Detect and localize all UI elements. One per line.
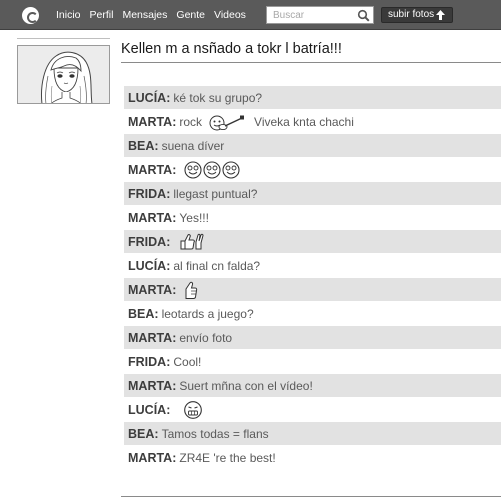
chat-row: MARTA: ZR4E 're the best! [124,446,501,469]
chat-speaker: MARTA: [128,378,177,393]
chat-message: envío foto [179,330,233,345]
chat-row: MARTA: Yes!!! [124,206,501,229]
nav-inicio[interactable]: Inicio [56,9,81,21]
search-icon[interactable] [357,9,370,22]
chat-speaker: MARTA: [128,282,177,297]
upload-photos-label: subir fotos [388,9,435,20]
sidebar-divider [17,38,110,39]
chat-message: rock [179,114,203,129]
chat-row: MARTA: envío foto [124,326,501,349]
search-box [266,6,374,24]
chat-row: LUCÍA: [124,398,501,421]
chat-message-continued: Viveka knta chachi [254,114,354,129]
chat-row: BEA: Tamos todas = flans [124,422,501,445]
chat-row: LUCÍA: al final cn falda? [124,254,501,277]
bottom-divider [121,496,501,497]
chat-row: MARTA: rock Viveka knta chachi [124,110,501,133]
chat-speaker: MARTA: [128,162,177,177]
chat-row: LUCÍA: ké tok su grupo? [124,86,501,109]
top-bar: Inicio Perfil Mensajes Gente Videos subi… [0,0,501,30]
chat-row: BEA: leotards a juego? [124,302,501,325]
chat-message: Cool! [173,354,202,369]
upload-photos-button[interactable]: subir fotos [381,7,453,23]
chat-speaker: FRIDA: [128,354,171,369]
thumbs-up-peace-icon [180,233,204,249]
nav-videos[interactable]: Videos [214,9,246,21]
logo-icon[interactable] [22,7,39,24]
chat-speaker: LUCÍA: [128,402,171,417]
chat-speaker: MARTA: [128,114,177,129]
chat-speaker: LUCÍA: [128,258,171,273]
three-smileys-icon [184,160,240,179]
chat-message: Tamos todas = flans [161,426,269,441]
search-input[interactable] [267,7,355,23]
chat-message: Suert mñna con el vídeo! [179,378,313,393]
chat-speaker: MARTA: [128,450,177,465]
chat-message: leotards a juego? [161,306,254,321]
guitar-icon [209,115,245,130]
chat-speaker: BEA: [128,426,159,441]
chat-message: suena díver [161,138,225,153]
nav-mensajes[interactable]: Mensajes [122,9,167,21]
chat-message: al final cn falda? [173,258,261,273]
arrow-up-icon [436,10,445,20]
chat-row: FRIDA: Cool! [124,350,501,373]
chat-row: FRIDA: llegast puntual? [124,182,501,205]
nav-perfil[interactable]: Perfil [90,9,114,21]
main-nav: Inicio Perfil Mensajes Gente Videos [56,9,255,21]
chat-message: ké tok su grupo? [173,90,263,105]
nav-gente[interactable]: Gente [176,9,205,21]
chat-speaker: MARTA: [128,330,177,345]
girl-sketch-icon [18,46,109,103]
title-divider [121,62,501,63]
chat-speaker: FRIDA: [128,234,171,249]
chat-row: BEA: suena díver [124,134,501,157]
chat-speaker: MARTA: [128,210,177,225]
chat-message: llegast puntual? [173,186,258,201]
chat-row: MARTA: [124,158,501,181]
thumbs-up-icon [185,281,198,299]
chat-speaker: FRIDA: [128,186,171,201]
nervous-face-icon [184,400,203,419]
chat-message: ZR4E 're the best! [179,450,276,465]
chat-row: MARTA: [124,278,501,301]
chat-row: MARTA: Suert mñna con el vídeo! [124,374,501,397]
avatar[interactable] [17,45,110,104]
chat-message: Yes!!! [179,210,209,225]
chat-speaker: BEA: [128,138,159,153]
chat-speaker: BEA: [128,306,159,321]
chat-row: FRIDA: [124,230,501,253]
post-title: Kellen m a nsñado a tokr l batría!!! [121,41,342,57]
chat-speaker: LUCÍA: [128,90,171,105]
